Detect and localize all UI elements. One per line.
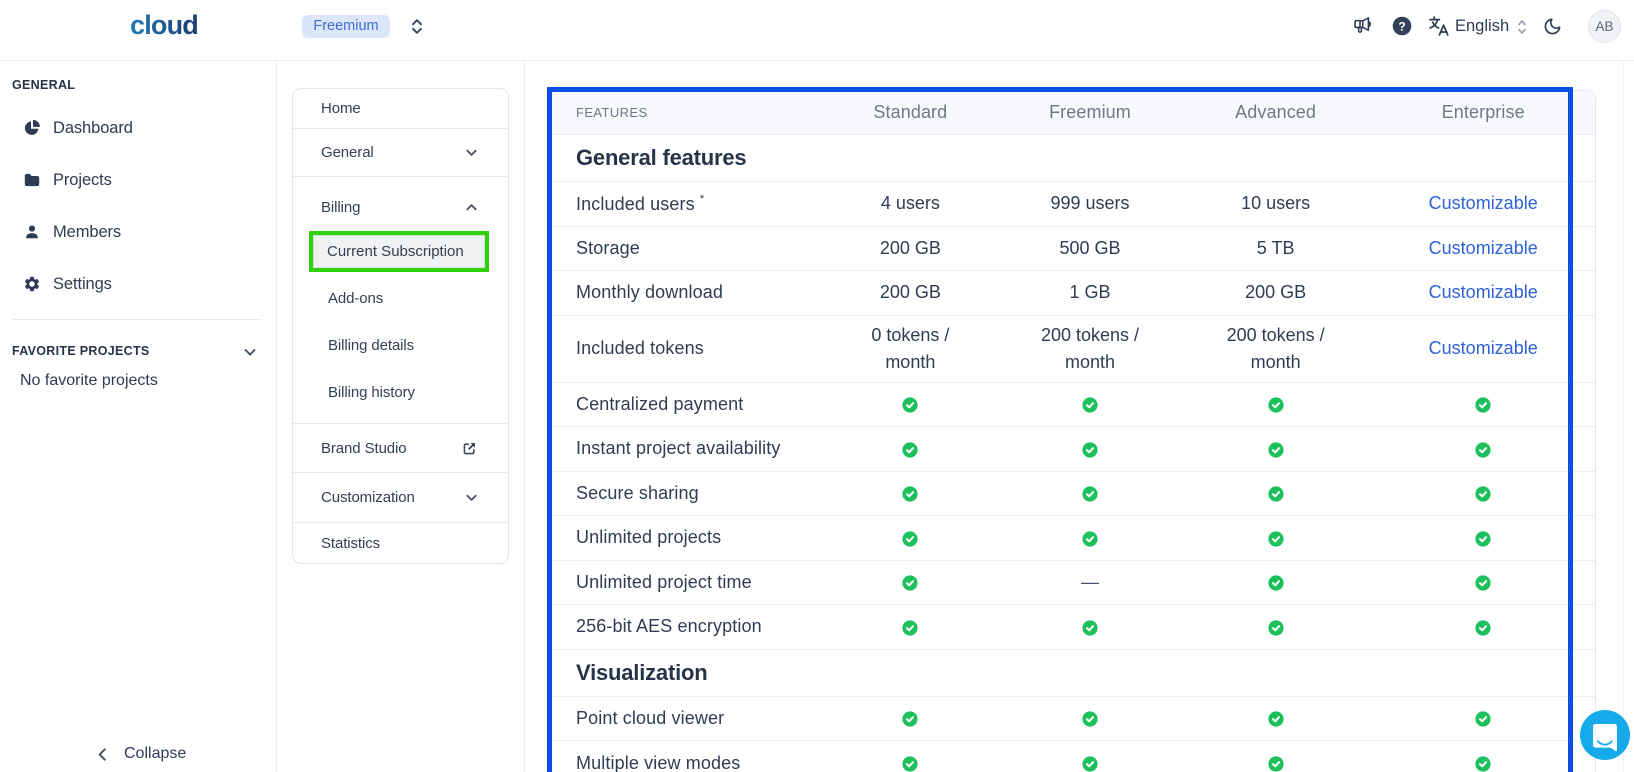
svg-text:?: ? (1398, 19, 1405, 33)
